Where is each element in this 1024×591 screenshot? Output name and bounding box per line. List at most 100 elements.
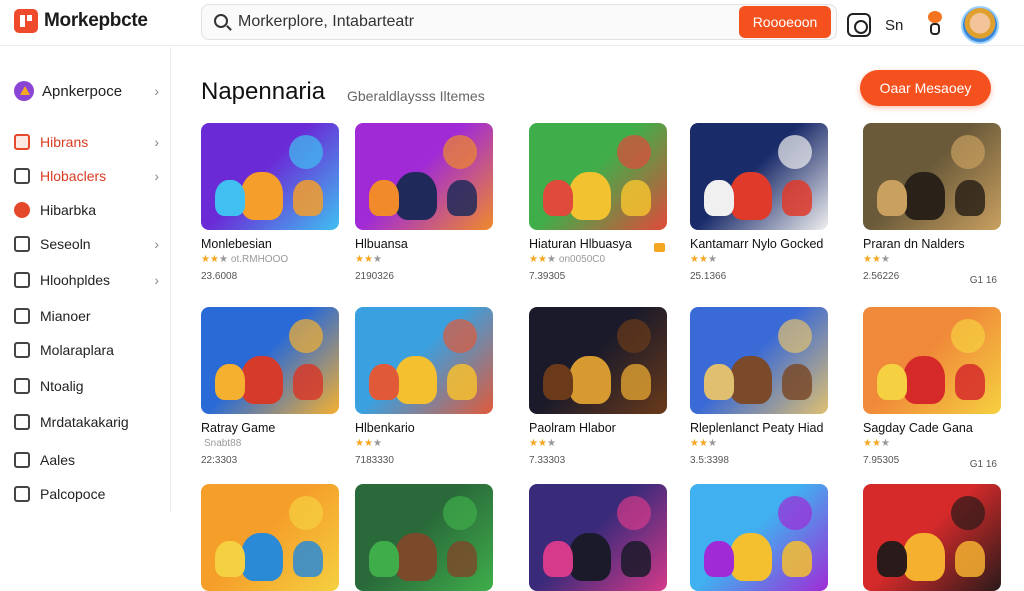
game-thumbnail[interactable] xyxy=(690,123,828,230)
tag-icon xyxy=(14,134,30,150)
game-card[interactable]: Kantamarr Nylo Gocked ★★★ 25.1366 xyxy=(690,123,830,282)
game-art xyxy=(903,172,945,220)
game-art xyxy=(395,356,437,404)
game-thumbnail[interactable] xyxy=(863,307,1001,414)
sidebar-item[interactable]: Seseoln › xyxy=(14,233,159,255)
game-thumbnail[interactable] xyxy=(355,307,493,414)
sidebar-item[interactable]: Ntoalig xyxy=(14,375,159,397)
game-art xyxy=(293,541,323,577)
game-thumbnail[interactable] xyxy=(690,484,828,591)
game-card[interactable]: Praran dn Nalders ★★★ 2.56226 G1 16 xyxy=(863,123,1003,286)
sidebar-item[interactable]: Hibarbka xyxy=(14,199,159,221)
language-toggle[interactable]: Sn xyxy=(885,17,909,34)
chart-icon xyxy=(14,378,30,394)
game-card[interactable]: Hiaturan Hlbuasya ★★★ on0050C0 7.39305 xyxy=(529,123,669,282)
sidebar-item[interactable]: Mrdatakakarig xyxy=(14,411,159,433)
sidebar-item[interactable]: Hlobaclers › xyxy=(14,165,159,187)
sidebar-item-label: Mianoer xyxy=(40,308,91,324)
instagram-icon[interactable] xyxy=(847,13,871,37)
sidebar-header[interactable]: Apnkerpoce › xyxy=(14,81,159,101)
star-empty-icon: ★ xyxy=(707,438,717,449)
game-art xyxy=(289,319,323,353)
game-thumbnail[interactable] xyxy=(201,123,339,230)
compass-icon xyxy=(14,236,30,252)
download-count: 25.1366 xyxy=(690,271,727,282)
game-card[interactable] xyxy=(201,484,341,591)
game-thumbnail[interactable] xyxy=(529,484,667,591)
page-subtitle: Gberaldlaysss Iltemes xyxy=(347,88,485,104)
game-thumbnail[interactable] xyxy=(355,123,493,230)
game-card[interactable]: Hlbenkario ★★★ 7183330 xyxy=(355,307,495,466)
sidebar-item-label: Mrdatakakarig xyxy=(40,414,129,430)
game-art xyxy=(877,180,907,216)
game-title[interactable]: Monlebesian xyxy=(201,237,341,251)
star-rating: ★★★ xyxy=(863,438,1003,450)
flame-icon xyxy=(14,202,30,218)
game-art xyxy=(955,180,985,216)
game-card[interactable]: Paolram Hlabor ★★★ 7.33303 xyxy=(529,307,669,466)
game-card[interactable] xyxy=(529,484,669,591)
game-art xyxy=(369,180,399,216)
game-art xyxy=(543,364,573,400)
game-thumbnail[interactable] xyxy=(690,307,828,414)
game-card[interactable]: Rleplenlanct Peaty Hiad ★★★ 3.5:3398 xyxy=(690,307,830,466)
app-name: Morkepbcte xyxy=(44,10,148,31)
game-title[interactable]: Praran dn Nalders xyxy=(863,237,1003,251)
game-art xyxy=(730,533,772,581)
game-thumbnail[interactable] xyxy=(355,484,493,591)
game-art xyxy=(443,319,477,353)
game-title[interactable]: Paolram Hlabor xyxy=(529,421,669,435)
star-icon: ★★ xyxy=(529,438,547,449)
game-art xyxy=(369,364,399,400)
game-thumbnail[interactable] xyxy=(529,307,667,414)
game-card[interactable] xyxy=(863,484,1003,591)
sidebar-item[interactable]: Hibrans › xyxy=(14,131,159,153)
game-title[interactable]: Rleplenlanct Peaty Hiad xyxy=(690,421,830,435)
star-empty-icon: ★ xyxy=(880,254,890,265)
game-card[interactable] xyxy=(690,484,830,591)
game-title[interactable]: Kantamarr Nylo Gocked xyxy=(690,237,830,251)
game-art xyxy=(543,180,573,216)
star-empty-icon: ★ xyxy=(707,254,717,265)
game-thumbnail[interactable] xyxy=(863,123,1001,230)
game-thumbnail[interactable] xyxy=(529,123,667,230)
game-thumbnail[interactable] xyxy=(863,484,1001,591)
game-card[interactable] xyxy=(355,484,495,591)
game-art xyxy=(569,533,611,581)
sidebar-item[interactable]: Palcopoce xyxy=(14,483,159,505)
sidebar-item-label: Hibarbka xyxy=(40,202,97,218)
game-title[interactable]: Hiaturan Hlbuasya xyxy=(529,237,669,251)
game-card[interactable]: Ratray Game Snabt88 22:3303 xyxy=(201,307,341,466)
star-icon: ★★ xyxy=(201,254,219,265)
download-count: 7183330 xyxy=(355,455,394,466)
star-icon: ★★ xyxy=(863,254,881,265)
game-art xyxy=(877,364,907,400)
mascot-icon[interactable] xyxy=(923,11,947,39)
sidebar-item-label: Aales xyxy=(40,452,76,468)
game-thumbnail[interactable] xyxy=(201,307,339,414)
game-title[interactable]: Ratray Game xyxy=(201,421,341,435)
star-rating: ★★★ xyxy=(863,254,1003,266)
sidebar-item[interactable]: Hloohpldes › xyxy=(14,269,159,291)
game-thumbnail[interactable] xyxy=(201,484,339,591)
search-bar: Roooeoon xyxy=(201,4,837,40)
game-card[interactable]: Monlebesian ★★★ ot.RMHOOO 23.6008 xyxy=(201,123,341,282)
game-title[interactable]: Sagday Cade Gana xyxy=(863,421,1003,435)
search-button[interactable]: Roooeoon xyxy=(739,6,831,38)
bookmark-icon[interactable] xyxy=(654,243,665,252)
sidebar-item[interactable]: Aales xyxy=(14,449,159,471)
primary-action-button[interactable]: Oaar Mesaoey xyxy=(860,70,991,106)
game-card[interactable]: Sagday Cade Gana ★★★ 7.95305 G1 16 xyxy=(863,307,1003,470)
game-card[interactable]: Hlbuansa ★★★ 2190326 xyxy=(355,123,495,282)
sidebar-item[interactable]: Molaraplara xyxy=(14,339,159,361)
sidebar-item-label: Hlobaclers xyxy=(40,168,107,184)
chevron-right-icon: › xyxy=(154,168,159,184)
sidebar-item[interactable]: Mianoer xyxy=(14,305,159,327)
game-art xyxy=(215,364,245,400)
star-empty-icon: ★ xyxy=(546,254,556,265)
avatar[interactable] xyxy=(961,6,999,44)
game-title[interactable]: Hlbenkario xyxy=(355,421,495,435)
game-title[interactable]: Hlbuansa xyxy=(355,237,495,251)
app-logo[interactable]: Morkepbcte xyxy=(14,9,148,33)
search-input[interactable] xyxy=(238,11,718,33)
